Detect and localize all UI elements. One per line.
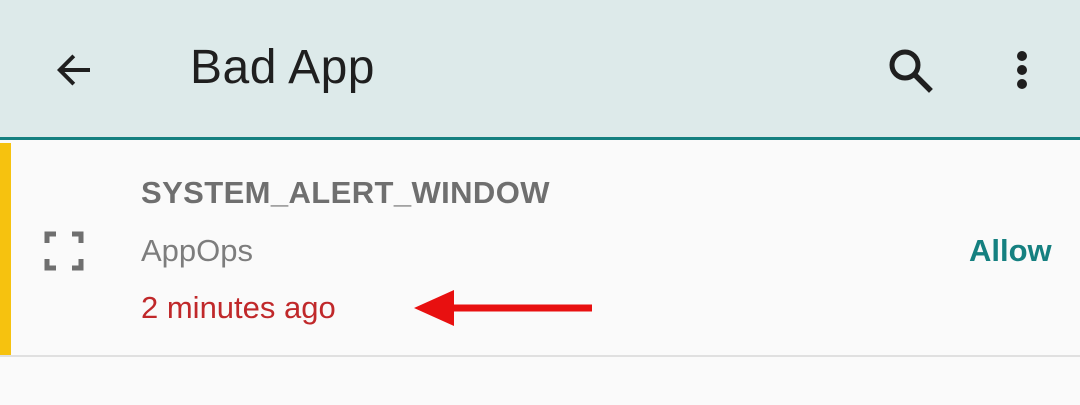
more-vert-icon: [1017, 51, 1027, 89]
arrow-back-icon: [57, 54, 90, 86]
allow-button[interactable]: Allow: [955, 229, 1066, 273]
app-bar: Bad App: [0, 0, 1080, 140]
back-button[interactable]: [44, 40, 104, 100]
status-indicator-bar: [0, 143, 11, 355]
search-button[interactable]: [880, 40, 940, 100]
permission-timestamp: 2 minutes ago: [141, 290, 336, 325]
search-icon: [889, 49, 933, 93]
page-title: Bad App: [190, 41, 375, 94]
permission-source: AppOps: [141, 233, 254, 268]
fullscreen-icon: [44, 231, 84, 271]
annotation-arrow-icon: [414, 290, 592, 326]
permission-name: SYSTEM_ALERT_WINDOW: [141, 175, 550, 210]
more-options-button[interactable]: [992, 40, 1052, 100]
